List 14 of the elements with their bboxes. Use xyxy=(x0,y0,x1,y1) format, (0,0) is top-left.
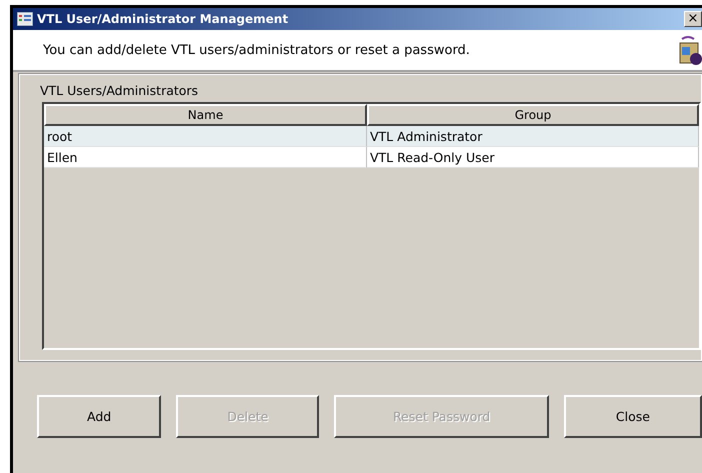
close-button[interactable]: × xyxy=(684,11,702,27)
server-icon xyxy=(678,35,702,65)
window-title: VTL User/Administrator Management xyxy=(37,12,290,26)
window-icon xyxy=(17,12,33,26)
column-header[interactable]: Name xyxy=(44,104,367,126)
header-message: You can add/delete VTL users/administrators or reset a password. xyxy=(43,42,471,58)
group-label: VTL Users/Administrators xyxy=(40,83,200,98)
table-cell: Ellen xyxy=(44,147,367,168)
dialog-button[interactable]: Add xyxy=(37,395,162,438)
table-row[interactable]: Ellen VTL Read-Only User xyxy=(44,147,699,168)
table-row[interactable]: root VTL Administrator xyxy=(44,126,699,147)
column-header[interactable]: Group xyxy=(367,104,699,126)
table-cell: VTL Read-Only User xyxy=(367,147,699,168)
dialog-button[interactable]: Close xyxy=(564,395,702,438)
